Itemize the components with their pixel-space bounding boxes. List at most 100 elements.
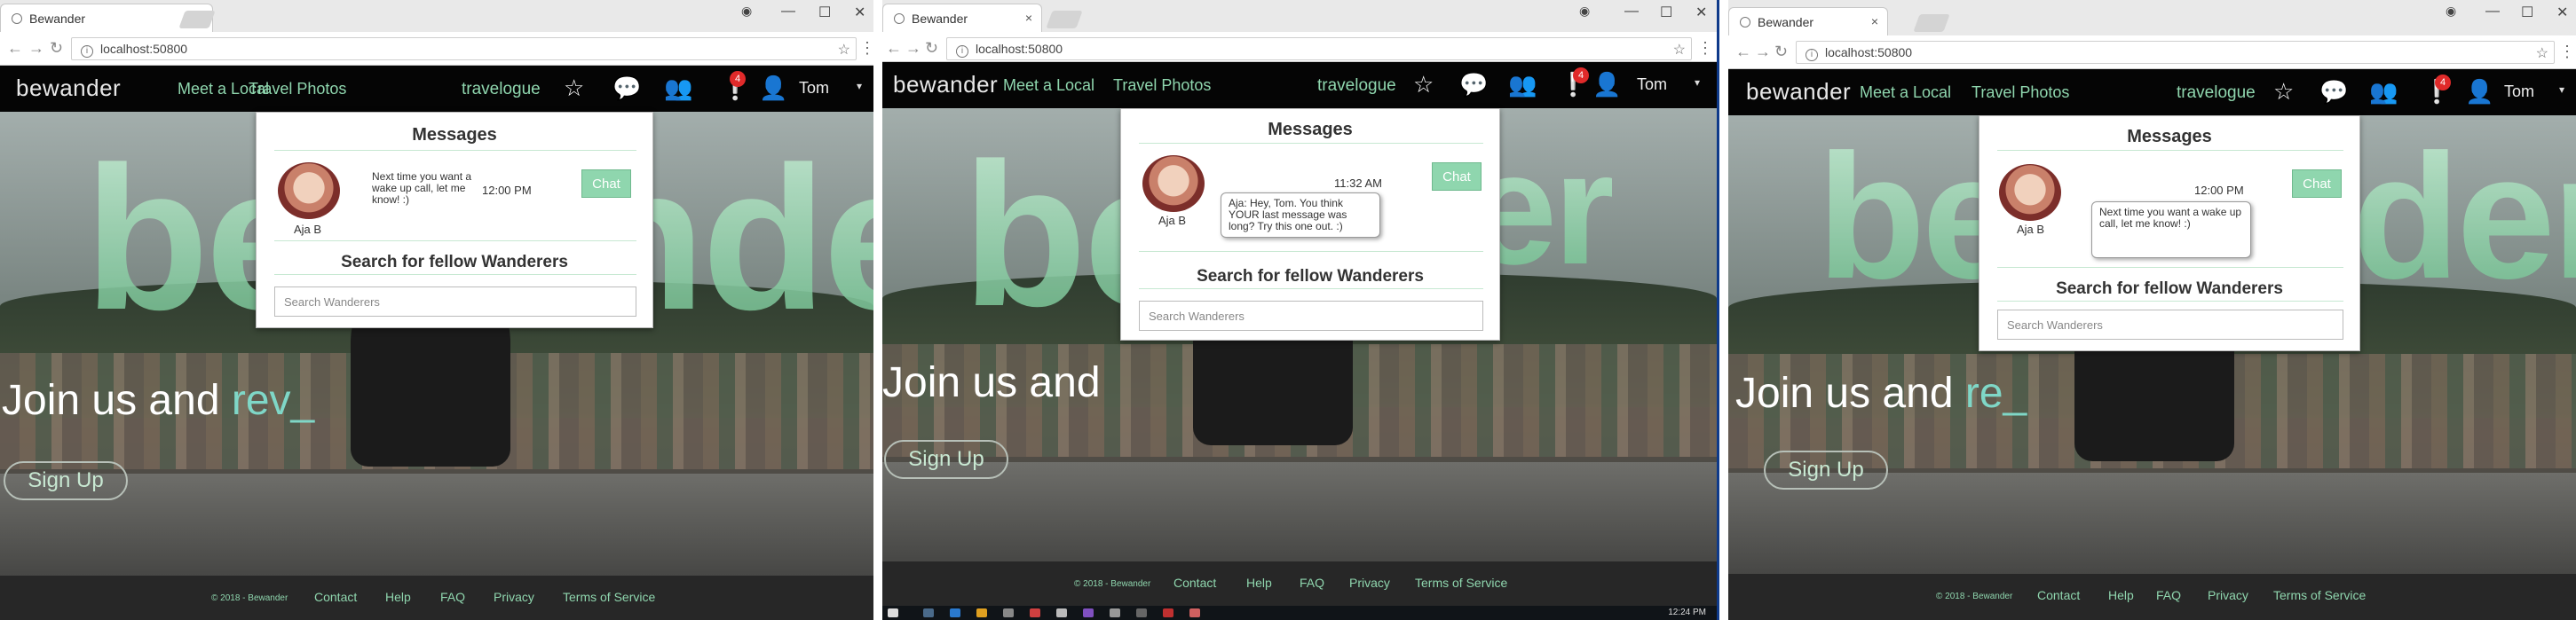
taskbar-app-icon[interactable] xyxy=(1003,608,1014,617)
nav-travelogue[interactable]: travelogue xyxy=(462,80,541,99)
user-name[interactable]: Tom xyxy=(2504,82,2534,101)
nav-meet-local[interactable]: Meet a Local xyxy=(1003,76,1094,95)
close-tab-icon[interactable]: × xyxy=(1871,14,1878,28)
minimize-button[interactable]: — xyxy=(781,4,795,20)
taskbar-app-icon[interactable] xyxy=(923,608,934,617)
profile-icon[interactable]: ◉ xyxy=(741,4,752,19)
chat-bubble-icon[interactable]: 💬 xyxy=(2319,78,2348,106)
taskbar-app-icon[interactable] xyxy=(1110,608,1120,617)
bookmark-star-icon[interactable]: ☆ xyxy=(838,41,850,59)
message-snippet[interactable]: Next time you want a wake up call, let m… xyxy=(372,171,487,206)
footer-faq[interactable]: FAQ xyxy=(440,590,465,604)
chat-bubble-icon[interactable]: 💬 xyxy=(612,75,641,102)
info-icon[interactable]: i xyxy=(81,45,93,58)
chat-bubble-icon[interactable]: 💬 xyxy=(1459,71,1488,98)
profile-icon[interactable]: ◉ xyxy=(1579,4,1590,19)
maximize-button[interactable]: ☐ xyxy=(1660,4,1672,21)
signup-button[interactable]: Sign Up xyxy=(1764,451,1888,490)
menu-icon[interactable]: ⋮ xyxy=(859,39,873,58)
star-icon[interactable]: ☆ xyxy=(564,75,584,102)
contact-name[interactable]: Aja B xyxy=(294,223,321,236)
avatar[interactable] xyxy=(1142,155,1205,212)
footer-privacy[interactable]: Privacy xyxy=(1349,576,1390,590)
footer-terms[interactable]: Terms of Service xyxy=(2273,588,2366,602)
nav-travel-photos[interactable]: Travel Photos xyxy=(1113,76,1211,95)
forward-icon[interactable]: → xyxy=(28,39,44,58)
close-window-button[interactable]: ✕ xyxy=(1695,4,1707,21)
avatar[interactable] xyxy=(278,162,340,219)
footer-privacy[interactable]: Privacy xyxy=(494,590,534,604)
taskbar-app-icon[interactable] xyxy=(1056,608,1067,617)
footer-faq[interactable]: FAQ xyxy=(1300,576,1324,590)
back-icon[interactable]: ← xyxy=(1735,43,1751,61)
nav-travelogue[interactable]: travelogue xyxy=(2177,83,2256,103)
back-icon[interactable]: ← xyxy=(886,39,902,58)
friends-icon[interactable]: 👥 xyxy=(1508,71,1537,98)
search-input[interactable]: Search Wanderers xyxy=(1139,301,1483,331)
star-icon[interactable]: ☆ xyxy=(1413,71,1434,98)
new-tab-button[interactable] xyxy=(178,11,216,28)
nav-travel-photos[interactable]: Travel Photos xyxy=(249,80,346,98)
taskbar-app-icon[interactable] xyxy=(1083,608,1094,617)
bookmark-star-icon[interactable]: ☆ xyxy=(2536,44,2548,62)
maximize-button[interactable]: ☐ xyxy=(2521,4,2533,21)
footer-help[interactable]: Help xyxy=(2108,588,2134,602)
footer-terms[interactable]: Terms of Service xyxy=(1415,576,1507,590)
footer-contact[interactable]: Contact xyxy=(1173,576,1216,590)
user-avatar-icon[interactable]: 👤 xyxy=(2465,78,2493,106)
back-icon[interactable]: ← xyxy=(7,39,23,58)
contact-name[interactable]: Aja B xyxy=(2017,223,2044,236)
maximize-button[interactable]: ☐ xyxy=(818,4,831,21)
info-icon[interactable]: i xyxy=(956,45,968,58)
taskbar-app-icon[interactable] xyxy=(1030,608,1040,617)
signup-button[interactable]: Sign Up xyxy=(4,461,128,500)
forward-icon[interactable]: → xyxy=(1755,43,1771,61)
close-window-button[interactable]: ✕ xyxy=(854,4,865,21)
nav-travelogue[interactable]: travelogue xyxy=(1317,76,1396,96)
contact-name[interactable]: Aja B xyxy=(1158,214,1186,227)
message-bubble[interactable]: Next time you want a wake up call, let m… xyxy=(2091,201,2251,258)
reload-icon[interactable]: ↻ xyxy=(50,39,63,58)
footer-faq[interactable]: FAQ xyxy=(2156,588,2181,602)
info-icon[interactable]: i xyxy=(1806,49,1818,61)
friends-icon[interactable]: 👥 xyxy=(2369,78,2398,106)
chat-button[interactable]: Chat xyxy=(1432,162,1482,191)
url-field[interactable]: i localhost:50800 ☆ xyxy=(71,37,857,60)
footer-privacy[interactable]: Privacy xyxy=(2208,588,2248,602)
chevron-down-icon[interactable]: ▾ xyxy=(1695,76,1700,89)
new-tab-button[interactable] xyxy=(1913,14,1950,32)
close-window-button[interactable]: ✕ xyxy=(2556,4,2568,21)
star-icon[interactable]: ☆ xyxy=(2273,78,2294,106)
user-avatar-icon[interactable]: 👤 xyxy=(1592,71,1621,98)
browser-tab[interactable]: Bewander × xyxy=(882,4,1042,32)
reload-icon[interactable]: ↻ xyxy=(925,39,938,58)
footer-terms[interactable]: Terms of Service xyxy=(563,590,655,604)
minimize-button[interactable]: — xyxy=(2485,4,2500,20)
taskbar-app-icon[interactable] xyxy=(976,608,987,617)
minimize-button[interactable]: — xyxy=(1624,4,1639,20)
menu-icon[interactable]: ⋮ xyxy=(2559,43,2575,61)
url-field[interactable]: i localhost:50800 ☆ xyxy=(1796,41,2555,64)
chat-button[interactable]: Chat xyxy=(2292,169,2342,198)
profile-icon[interactable]: ◉ xyxy=(2446,4,2456,19)
avatar[interactable] xyxy=(1999,164,2061,221)
forward-icon[interactable]: → xyxy=(905,39,921,58)
footer-contact[interactable]: Contact xyxy=(2037,588,2080,602)
footer-help[interactable]: Help xyxy=(385,590,411,604)
url-field[interactable]: i localhost:50800 ☆ xyxy=(946,37,1692,60)
nav-meet-local[interactable]: Meet a Local xyxy=(1860,83,1951,102)
menu-icon[interactable]: ⋮ xyxy=(1697,39,1713,58)
browser-tab[interactable]: Bewander × xyxy=(1728,7,1888,35)
bookmark-star-icon[interactable]: ☆ xyxy=(1673,41,1686,59)
start-icon[interactable] xyxy=(888,608,898,617)
brand-logo[interactable]: bewander xyxy=(1746,78,1851,106)
user-avatar-icon[interactable]: 👤 xyxy=(759,75,787,102)
brand-logo[interactable]: bewander xyxy=(893,71,998,98)
taskbar-app-icon[interactable] xyxy=(1136,608,1147,617)
chat-button[interactable]: Chat xyxy=(581,169,631,198)
footer-help[interactable]: Help xyxy=(1246,576,1272,590)
friends-icon[interactable]: 👥 xyxy=(664,75,692,102)
message-bubble[interactable]: Aja: Hey, Tom. You think YOUR last messa… xyxy=(1221,192,1380,238)
user-name[interactable]: Tom xyxy=(1637,75,1667,94)
reload-icon[interactable]: ↻ xyxy=(1774,43,1788,61)
